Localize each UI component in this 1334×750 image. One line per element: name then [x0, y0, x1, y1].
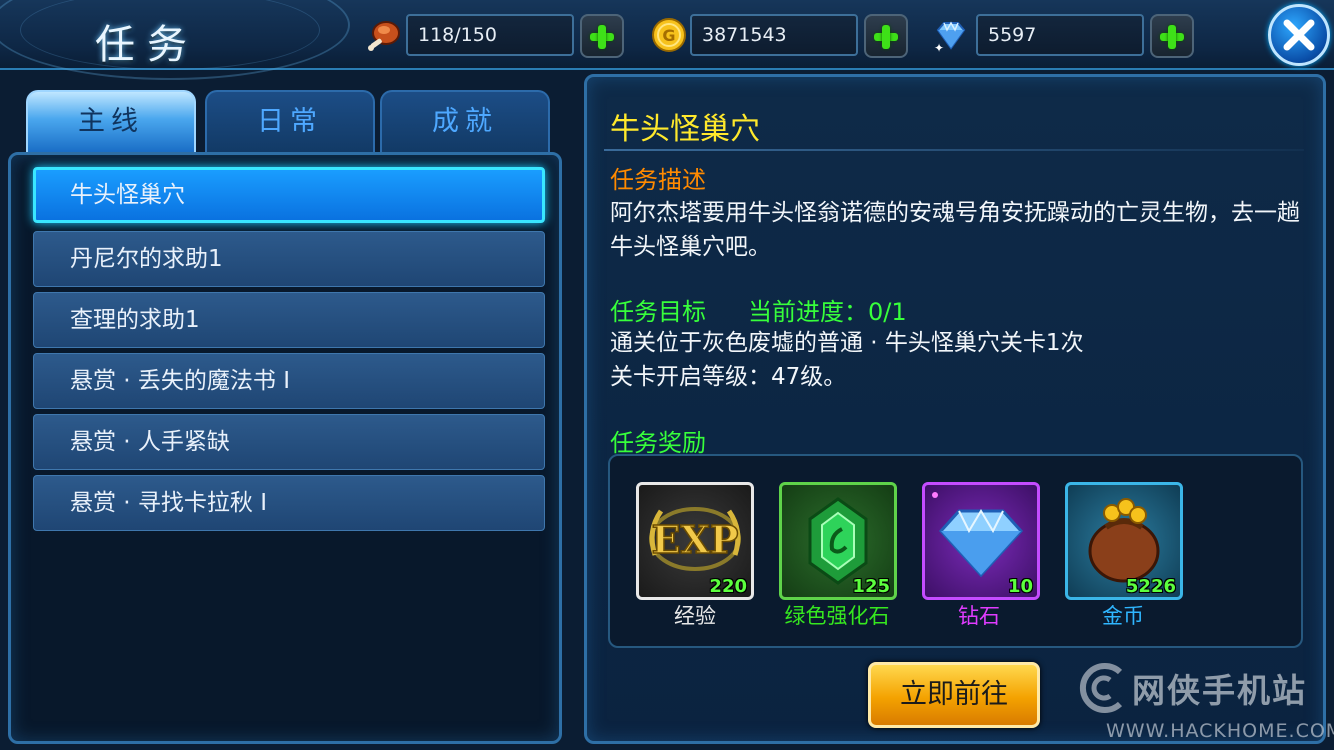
reward-exp-label: 经验	[674, 604, 716, 628]
add-diamond-button[interactable]	[1150, 14, 1194, 58]
quest-item-charlie-help[interactable]: 查理的求助1	[33, 292, 545, 348]
quest-list-panel: 牛头怪巢穴 丹尼尔的求助1 查理的求助1 悬赏 · 丢失的魔法书 I 悬赏 · …	[8, 152, 562, 744]
meat-icon	[368, 21, 400, 51]
reward-gold[interactable]: 5226	[1065, 482, 1183, 600]
gold-value: 3871543	[690, 14, 858, 56]
watermark-url: WWW.HACKHOME.COM	[1106, 720, 1334, 742]
description-text: 阿尔杰塔要用牛头怪翁诺德的安魂号角安抚躁动的亡灵生物，去一趟牛头怪巢穴吧。	[610, 200, 1300, 260]
add-gold-button[interactable]	[864, 14, 908, 58]
quest-item-shorthanded[interactable]: 悬赏 · 人手紧缺	[33, 414, 545, 470]
quest-title: 牛头怪巢穴	[610, 112, 760, 147]
close-icon	[1283, 19, 1315, 51]
reward-gold-label: 金币	[1102, 604, 1144, 628]
reward-green-stone[interactable]: 125	[779, 482, 897, 600]
reward-diamond[interactable]: 10	[922, 482, 1040, 600]
reward-heading: 任务奖励	[610, 429, 706, 457]
tab-achievement[interactable]: 成就	[380, 90, 550, 152]
reward-exp-count: 220	[709, 576, 747, 597]
gold-coin-icon: G	[652, 18, 686, 52]
goal-text-1: 通关位于灰色废墟的普通 · 牛头怪巢穴关卡1次	[610, 330, 1084, 356]
progress-label: 当前进度：0/1	[748, 298, 907, 326]
watermark-text: 网侠手机站	[1132, 671, 1307, 710]
reward-green-stone-label: 绿色强化石	[784, 604, 890, 628]
svg-text:G: G	[662, 26, 675, 45]
tab-daily[interactable]: 日常	[205, 90, 375, 152]
quest-item-lost-spellbook[interactable]: 悬赏 · 丢失的魔法书 I	[33, 353, 545, 409]
goal-heading: 任务目标	[610, 298, 706, 326]
add-stamina-button[interactable]	[580, 14, 624, 58]
diamond-value: 5597	[976, 14, 1144, 56]
reward-green-stone-count: 125	[852, 576, 890, 597]
svg-text:✦: ✦	[934, 41, 944, 54]
tab-main-quest[interactable]: 主线	[26, 90, 196, 152]
page-title: 任务	[95, 22, 199, 68]
go-now-button[interactable]: 立即前往	[868, 662, 1040, 728]
diamond-icon: ✦	[934, 21, 966, 54]
close-button[interactable]	[1268, 4, 1330, 66]
reward-exp[interactable]: EXP 220	[636, 482, 754, 600]
goal-text-2: 关卡开启等级：47级。	[610, 364, 847, 390]
description-heading: 任务描述	[610, 166, 706, 194]
title-divider	[604, 149, 1304, 151]
svg-text:EXP: EXP	[651, 517, 738, 562]
quest-item-minotaur-lair[interactable]: 牛头怪巢穴	[33, 167, 545, 223]
watermark-logo-icon	[1079, 663, 1123, 713]
reward-diamond-count: 10	[1007, 576, 1033, 597]
reward-diamond-label: 钻石	[958, 604, 1000, 628]
quest-item-find-karaqiu[interactable]: 悬赏 · 寻找卡拉秋 I	[33, 475, 545, 531]
quest-item-daniel-help[interactable]: 丹尼尔的求助1	[33, 231, 545, 287]
reward-gold-count: 5226	[1125, 576, 1176, 597]
stamina-value: 118/150	[406, 14, 574, 56]
